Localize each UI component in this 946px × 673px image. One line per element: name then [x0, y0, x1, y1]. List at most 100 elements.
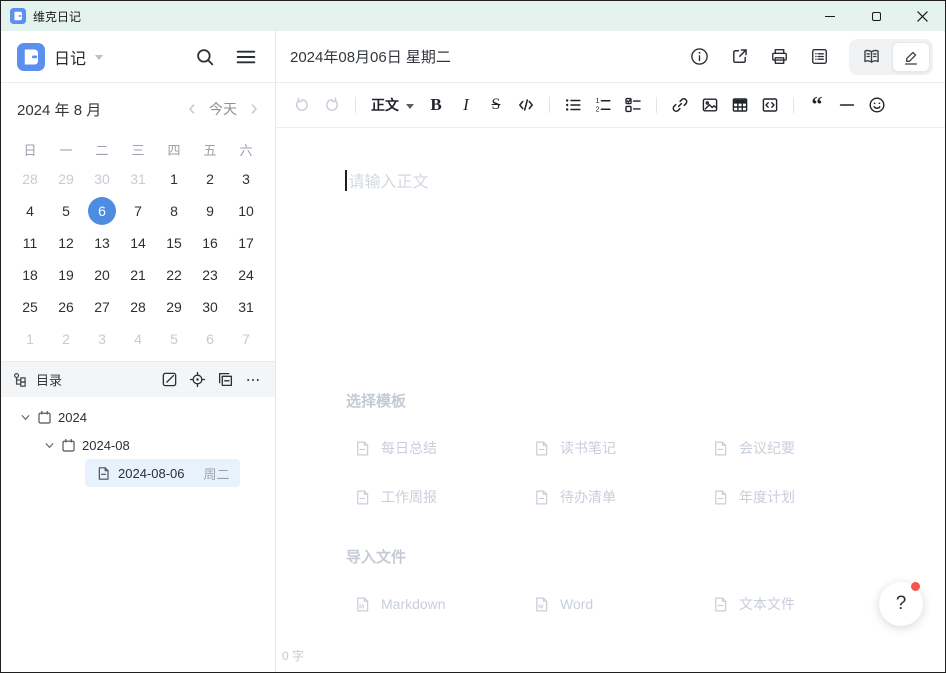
- code-block-button[interactable]: [756, 91, 784, 119]
- calendar-day[interactable]: 3: [228, 163, 264, 195]
- edit-mode-button[interactable]: [892, 42, 930, 72]
- new-note-button[interactable]: [157, 368, 181, 392]
- notebook-dropdown-caret-icon[interactable]: [95, 55, 103, 60]
- calendar-day[interactable]: 31: [120, 163, 156, 195]
- calendar-day[interactable]: 29: [156, 291, 192, 323]
- template-item[interactable]: 工作周报: [354, 485, 533, 509]
- collapse-all-button[interactable]: [213, 368, 237, 392]
- task-list-button[interactable]: [619, 91, 647, 119]
- tree-item-label: 2024-08-06: [118, 466, 185, 481]
- inline-code-button[interactable]: [512, 91, 540, 119]
- calendar-day[interactable]: 4: [120, 323, 156, 355]
- calendar-next-button[interactable]: [247, 102, 261, 116]
- calendar-day[interactable]: 18: [12, 259, 48, 291]
- calendar-day[interactable]: 26: [48, 291, 84, 323]
- calendar-day[interactable]: 17: [228, 227, 264, 259]
- calendar-day[interactable]: 22: [156, 259, 192, 291]
- calendar-day[interactable]: 28: [120, 291, 156, 323]
- template-section-title: 选择模板: [346, 388, 406, 412]
- outline-button[interactable]: [803, 41, 835, 73]
- calendar-day[interactable]: 2: [192, 163, 228, 195]
- redo-button[interactable]: [318, 91, 346, 119]
- template-item[interactable]: 每日总结: [354, 436, 533, 460]
- calendar-day[interactable]: 4: [12, 195, 48, 227]
- calendar-day[interactable]: 19: [48, 259, 84, 291]
- calendar-today-button[interactable]: 今天: [207, 99, 239, 119]
- calendar-day[interactable]: 5: [156, 323, 192, 355]
- calendar-day[interactable]: 7: [120, 195, 156, 227]
- calendar-day[interactable]: 8: [156, 195, 192, 227]
- template-item[interactable]: 会议纪要: [712, 436, 891, 460]
- notebook-name[interactable]: 日记: [54, 45, 86, 69]
- blockquote-button[interactable]: “: [803, 91, 831, 119]
- calendar-day[interactable]: 29: [48, 163, 84, 195]
- template-item[interactable]: 待办清单: [533, 485, 712, 509]
- locate-today-button[interactable]: [185, 368, 209, 392]
- calendar-day[interactable]: 9: [192, 195, 228, 227]
- calendar-day[interactable]: 2: [48, 323, 84, 355]
- calendar-day[interactable]: 25: [12, 291, 48, 323]
- calendar-day-selected[interactable]: 6: [84, 195, 120, 227]
- calendar-day[interactable]: 28: [12, 163, 48, 195]
- more-options-button[interactable]: [241, 368, 265, 392]
- import-item[interactable]: WWord: [533, 592, 712, 616]
- italic-button[interactable]: I: [452, 91, 480, 119]
- bold-button[interactable]: B: [422, 91, 450, 119]
- calendar-day[interactable]: 1: [12, 323, 48, 355]
- calendar-day[interactable]: 30: [84, 163, 120, 195]
- minimize-button[interactable]: [807, 1, 853, 31]
- calendar-day[interactable]: 7: [228, 323, 264, 355]
- export-button[interactable]: [723, 41, 755, 73]
- menu-button[interactable]: [233, 44, 259, 70]
- weekday-label: 四: [156, 135, 192, 163]
- maximize-button[interactable]: [853, 1, 899, 31]
- calendar-day[interactable]: 23: [192, 259, 228, 291]
- calendar-day[interactable]: 16: [192, 227, 228, 259]
- tree-item-month[interactable]: 2024-08: [9, 431, 267, 459]
- ordered-list-button[interactable]: 12: [589, 91, 617, 119]
- chevron-down-icon[interactable]: [43, 440, 55, 451]
- chevron-down-icon[interactable]: [19, 412, 31, 423]
- template-item[interactable]: 年度计划: [712, 485, 891, 509]
- tree-item-year[interactable]: 2024: [9, 403, 267, 431]
- calendar-day[interactable]: 1: [156, 163, 192, 195]
- editor-first-line[interactable]: 请输入正文: [345, 168, 429, 192]
- calendar-day[interactable]: 30: [192, 291, 228, 323]
- editor-area[interactable]: 请输入正文 选择模板 每日总结读书笔记会议纪要工作周报待办清单年度计划 导入文件…: [276, 128, 945, 672]
- calendar-day[interactable]: 31: [228, 291, 264, 323]
- import-item[interactable]: MMarkdown: [354, 592, 533, 616]
- search-button[interactable]: [192, 44, 218, 70]
- calendar-day[interactable]: 24: [228, 259, 264, 291]
- calendar-day[interactable]: 13: [84, 227, 120, 259]
- paragraph-style-select[interactable]: 正文: [365, 91, 420, 119]
- image-button[interactable]: [696, 91, 724, 119]
- tree-item-day-selected[interactable]: 2024-08-06 周二: [85, 459, 240, 487]
- calendar-day[interactable]: 27: [84, 291, 120, 323]
- calendar-day[interactable]: 3: [84, 323, 120, 355]
- table-button[interactable]: [726, 91, 754, 119]
- info-button[interactable]: [683, 41, 715, 73]
- close-button[interactable]: [899, 1, 945, 31]
- calendar-day[interactable]: 21: [120, 259, 156, 291]
- horizontal-rule-button[interactable]: [833, 91, 861, 119]
- calendar-day[interactable]: 20: [84, 259, 120, 291]
- link-button[interactable]: [666, 91, 694, 119]
- calendar-day[interactable]: 6: [192, 323, 228, 355]
- calendar-prev-button[interactable]: [185, 102, 199, 116]
- calendar-day[interactable]: 14: [120, 227, 156, 259]
- calendar-day[interactable]: 11: [12, 227, 48, 259]
- bullet-list-button[interactable]: [559, 91, 587, 119]
- import-item[interactable]: 文本文件: [712, 592, 891, 616]
- help-button[interactable]: ?: [879, 582, 923, 626]
- undo-button[interactable]: [288, 91, 316, 119]
- strikethrough-button[interactable]: S: [482, 91, 510, 119]
- calendar-day[interactable]: 15: [156, 227, 192, 259]
- calendar-day[interactable]: 12: [48, 227, 84, 259]
- calendar-day[interactable]: 5: [48, 195, 84, 227]
- read-mode-button[interactable]: [852, 42, 890, 72]
- calendar-day[interactable]: 10: [228, 195, 264, 227]
- template-item[interactable]: 读书笔记: [533, 436, 712, 460]
- print-button[interactable]: [763, 41, 795, 73]
- emoji-button[interactable]: [863, 91, 891, 119]
- template-item-label: 会议纪要: [739, 438, 795, 458]
